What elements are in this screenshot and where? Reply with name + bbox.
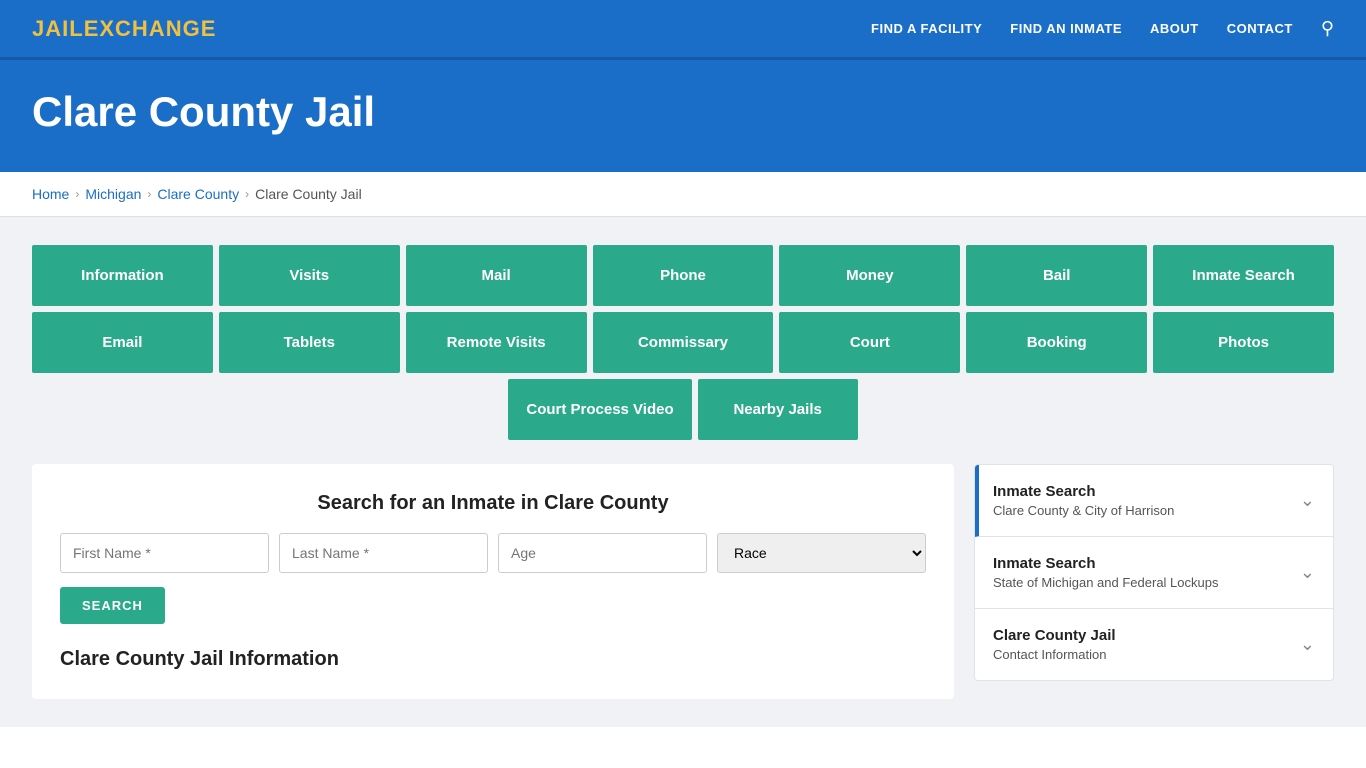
- tile-nearby-jails[interactable]: Nearby Jails: [698, 379, 858, 440]
- page-body: Information Visits Mail Phone Money Bail…: [0, 217, 1366, 727]
- last-name-input[interactable]: [279, 533, 488, 573]
- breadcrumb-clare-county[interactable]: Clare County: [157, 186, 239, 202]
- chevron-down-icon-3: ⌄: [1300, 634, 1315, 655]
- search-heading: Search for an Inmate in Clare County: [60, 492, 926, 515]
- breadcrumb-sep-1: ›: [75, 187, 79, 201]
- breadcrumb-home[interactable]: Home: [32, 186, 69, 202]
- tile-information[interactable]: Information: [32, 245, 213, 306]
- breadcrumb: Home › Michigan › Clare County › Clare C…: [0, 172, 1366, 217]
- accordion-inmate-search-state[interactable]: Inmate Search State of Michigan and Fede…: [975, 537, 1333, 609]
- navbar: JAILEXCHANGE FIND A FACILITY FIND AN INM…: [0, 0, 1366, 60]
- tiles-row-3: Court Process Video Nearby Jails: [32, 379, 1334, 440]
- chevron-down-icon-2: ⌄: [1300, 562, 1315, 583]
- tile-phone[interactable]: Phone: [593, 245, 774, 306]
- chevron-down-icon-1: ⌄: [1300, 490, 1315, 511]
- tile-commissary[interactable]: Commissary: [593, 312, 774, 373]
- hero-section: Clare County Jail: [0, 60, 1366, 172]
- nav-links: FIND A FACILITY FIND AN INMATE ABOUT CON…: [871, 18, 1334, 39]
- accordion-inmate-search-local[interactable]: Inmate Search Clare County & City of Har…: [975, 465, 1333, 537]
- nav-about[interactable]: ABOUT: [1150, 21, 1199, 36]
- tile-tablets[interactable]: Tablets: [219, 312, 400, 373]
- accordion-subtitle-2: State of Michigan and Federal Lockups: [993, 575, 1218, 590]
- site-logo[interactable]: JAILEXCHANGE: [32, 16, 216, 42]
- search-fields: Race White Black Hispanic Asian Other: [60, 533, 926, 573]
- tile-bail[interactable]: Bail: [966, 245, 1147, 306]
- content-area: Search for an Inmate in Clare County Rac…: [32, 464, 1334, 699]
- first-name-input[interactable]: [60, 533, 269, 573]
- tile-photos[interactable]: Photos: [1153, 312, 1334, 373]
- tile-court[interactable]: Court: [779, 312, 960, 373]
- tile-visits[interactable]: Visits: [219, 245, 400, 306]
- tile-mail[interactable]: Mail: [406, 245, 587, 306]
- tile-remote-visits[interactable]: Remote Visits: [406, 312, 587, 373]
- accordion-title-3: Clare County Jail: [993, 627, 1116, 644]
- breadcrumb-michigan[interactable]: Michigan: [85, 186, 141, 202]
- breadcrumb-sep-3: ›: [245, 187, 249, 201]
- tile-court-process-video[interactable]: Court Process Video: [508, 379, 691, 440]
- nav-find-facility[interactable]: FIND A FACILITY: [871, 21, 982, 36]
- nav-contact[interactable]: CONTACT: [1227, 21, 1293, 36]
- search-panel: Search for an Inmate in Clare County Rac…: [32, 464, 954, 699]
- tiles-row-1: Information Visits Mail Phone Money Bail…: [32, 245, 1334, 306]
- search-icon[interactable]: ⚲: [1321, 18, 1334, 39]
- tile-inmate-search[interactable]: Inmate Search: [1153, 245, 1334, 306]
- race-select[interactable]: Race White Black Hispanic Asian Other: [717, 533, 926, 573]
- breadcrumb-current: Clare County Jail: [255, 186, 362, 202]
- tile-booking[interactable]: Booking: [966, 312, 1147, 373]
- accordion-title-2: Inmate Search: [993, 555, 1218, 572]
- logo-part2: EXCHANGE: [84, 16, 217, 41]
- logo-part1: JAIL: [32, 16, 84, 41]
- accordion-contact-info[interactable]: Clare County Jail Contact Information ⌄: [975, 609, 1333, 680]
- accordion-subtitle-1: Clare County & City of Harrison: [993, 503, 1174, 518]
- age-input[interactable]: [498, 533, 707, 573]
- tile-email[interactable]: Email: [32, 312, 213, 373]
- breadcrumb-sep-2: ›: [147, 187, 151, 201]
- tiles-row-2: Email Tablets Remote Visits Commissary C…: [32, 312, 1334, 373]
- search-button[interactable]: SEARCH: [60, 587, 165, 624]
- tile-money[interactable]: Money: [779, 245, 960, 306]
- accordion-subtitle-3: Contact Information: [993, 647, 1116, 662]
- accordion-panel: Inmate Search Clare County & City of Har…: [974, 464, 1334, 681]
- nav-find-inmate[interactable]: FIND AN INMATE: [1010, 21, 1122, 36]
- accordion-title-1: Inmate Search: [993, 483, 1174, 500]
- page-title: Clare County Jail: [32, 88, 1334, 136]
- section-heading: Clare County Jail Information: [60, 648, 926, 671]
